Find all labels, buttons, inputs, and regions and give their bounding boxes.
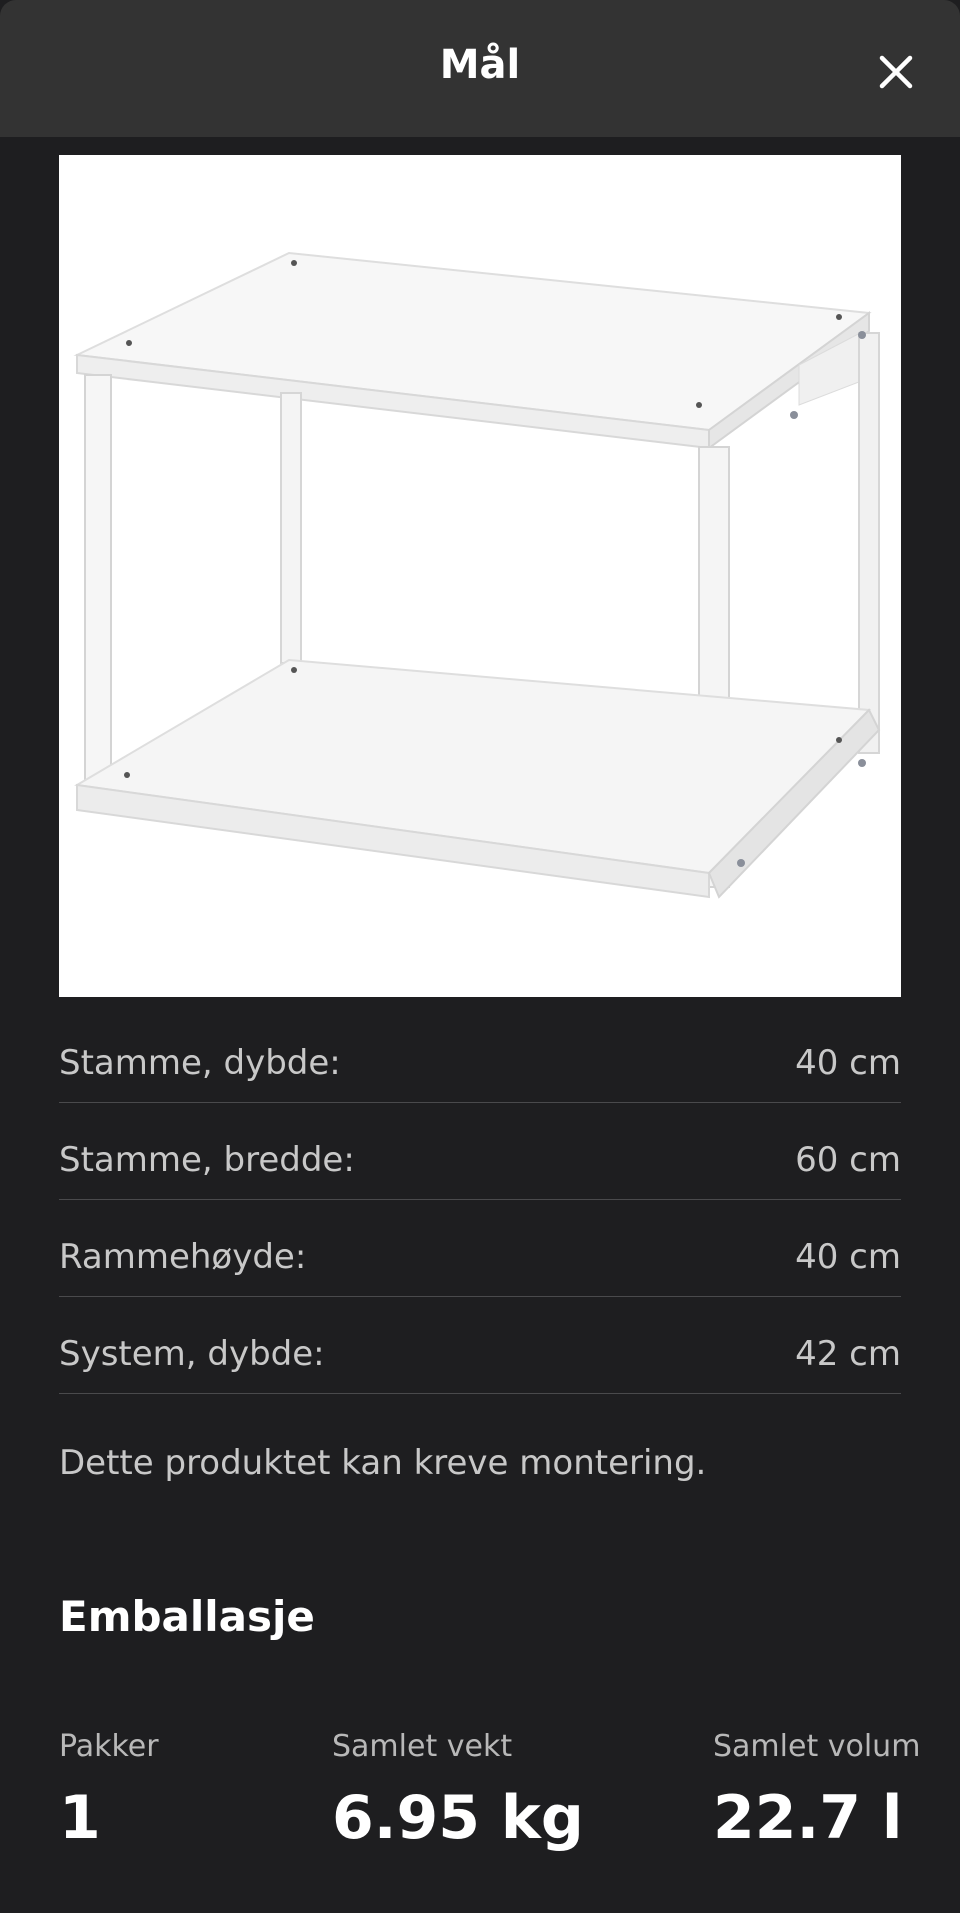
spec-label: Stamme, bredde: <box>59 1140 355 1180</box>
spec-label: System, dybde: <box>59 1334 325 1374</box>
total-volume-value: 22.7 l <box>713 1783 903 1853</box>
modal-header: Mål <box>0 0 960 137</box>
spec-label: Stamme, dybde: <box>59 1043 341 1083</box>
spec-row: Rammehøyde: 40 cm <box>59 1201 901 1297</box>
modal-title: Mål <box>439 42 521 88</box>
assembly-note: Dette produktet kan kreve montering. <box>59 1443 707 1483</box>
spec-row: System, dybde: 42 cm <box>59 1298 901 1394</box>
product-image <box>59 155 901 997</box>
packages-value: 1 <box>59 1783 101 1853</box>
close-button[interactable] <box>868 44 924 100</box>
total-weight-label: Samlet vekt <box>332 1729 513 1764</box>
spec-value: 40 cm <box>795 1043 901 1083</box>
spec-row: Stamme, bredde: 60 cm <box>59 1104 901 1200</box>
packages-label: Pakker <box>59 1729 159 1764</box>
shelf-illustration <box>73 251 881 899</box>
spec-row: Stamme, dybde: 40 cm <box>59 1007 901 1103</box>
spec-value: 60 cm <box>795 1140 901 1180</box>
total-weight-value: 6.95 kg <box>332 1783 584 1853</box>
packaging-heading: Emballasje <box>59 1592 315 1641</box>
close-icon <box>879 55 913 89</box>
total-volume-label: Samlet volum <box>713 1729 921 1764</box>
spec-label: Rammehøyde: <box>59 1237 307 1277</box>
spec-value: 42 cm <box>795 1334 901 1374</box>
spec-value: 40 cm <box>795 1237 901 1277</box>
